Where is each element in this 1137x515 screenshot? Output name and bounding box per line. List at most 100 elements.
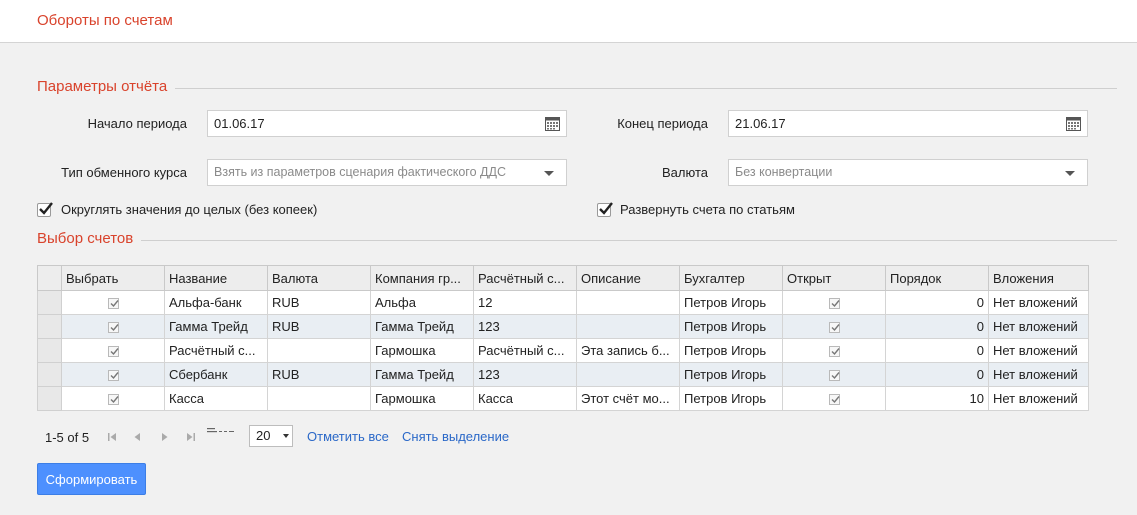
last-page-icon[interactable] [186,432,196,442]
select-cell[interactable] [61,338,165,363]
select-checkbox[interactable] [107,322,119,334]
account-cell: 12 [473,290,577,315]
expand-checkbox-label: Развернуть счета по статьям [620,202,795,217]
pager-count: 1-5 of 5 [45,430,90,445]
first-page-icon[interactable] [107,432,117,442]
description-cell: Эта запись б... [576,338,680,363]
page-size-value: 20 [256,428,271,443]
end-period-field[interactable]: 21.06.17 [728,110,1088,137]
attachments-cell: Нет вложений [988,290,1089,315]
deselect-all-link[interactable]: Снять выделение [402,429,509,444]
select-checkbox[interactable] [107,394,119,406]
company-cell: Гармошка [370,338,474,363]
currency-cell: RUB [267,314,371,339]
accountant-cell: Петров Игорь [679,290,783,315]
column-header[interactable]: Открыт [782,265,886,291]
company-cell: Гармошка [370,386,474,411]
column-header[interactable]: Валюта [267,265,371,291]
column-header[interactable]: Описание [576,265,680,291]
account-cell: Касса [473,386,577,411]
start-period-field[interactable]: 01.06.17 [207,110,567,137]
name-cell: Альфа-банк [164,290,268,315]
column-header[interactable]: Название [164,265,268,291]
table-row[interactable]: Сбербанк RUB Гамма Трейд 123 Петров Игорь 0 Не… [37,362,1089,387]
description-cell [576,362,680,387]
row-selector[interactable] [37,386,62,411]
rate-type-select[interactable]: Взять из параметров сценария фактическог… [207,159,567,186]
select-cell[interactable] [61,362,165,387]
start-period-label: Начало периода [87,116,187,131]
chevron-down-icon [1065,171,1075,176]
rate-type-placeholder: Взять из параметров сценария фактическог… [214,165,506,179]
section-divider [37,88,1117,89]
column-header[interactable]: Вложения [988,265,1089,291]
open-checkbox [828,322,840,334]
column-header[interactable]: Выбрать [61,265,165,291]
top-bar: Обороты по счетам [0,0,1137,43]
round-checkbox-label: Округлять значения до целых (без копеек) [61,202,318,217]
company-cell: Гамма Трейд [370,314,474,339]
chevron-down-icon [544,171,554,176]
round-checkbox[interactable] [37,202,53,217]
prev-page-icon[interactable] [132,432,142,442]
page-size-select[interactable]: 20 [249,425,293,447]
accountant-cell: Петров Игорь [679,314,783,339]
end-period-label: Конец периода [617,116,708,131]
calendar-icon[interactable] [545,117,560,131]
open-checkbox [828,298,840,310]
table-row[interactable]: Альфа-банк RUB Альфа 12 Петров Игорь 0 Нет вло… [37,290,1089,315]
row-selector[interactable] [37,290,62,315]
column-header[interactable]: Порядок [885,265,989,291]
open-cell [782,386,886,411]
currency-cell: RUB [267,362,371,387]
select-checkbox[interactable] [107,298,119,310]
accounts-table: Выбрать Название Валюта Компания гр... Р… [37,265,1089,411]
check-icon [831,396,840,404]
order-cell: 0 [885,290,989,315]
column-header[interactable]: Бухгалтер [679,265,783,291]
row-selector[interactable] [37,314,62,339]
select-cell[interactable] [61,314,165,339]
attachments-cell: Нет вложений [988,362,1089,387]
calendar-icon[interactable] [1066,117,1081,131]
open-cell [782,362,886,387]
check-icon [110,372,119,380]
row-selector-header [37,265,62,291]
check-icon [110,324,119,332]
check-icon [599,202,613,215]
expand-checkbox[interactable] [597,202,613,217]
company-cell: Альфа [370,290,474,315]
table-row[interactable]: Касса Гармошка Касса Этот счёт мо... Петров … [37,386,1089,411]
select-checkbox[interactable] [107,370,119,382]
generate-report-button[interactable]: Сформировать [37,463,146,495]
start-period-value: 01.06.17 [214,116,265,131]
description-cell [576,290,680,315]
end-period-value: 21.06.17 [735,116,786,131]
accountant-cell: Петров Игорь [679,386,783,411]
column-header[interactable]: Расчётный с... [473,265,577,291]
check-icon [831,324,840,332]
currency-select[interactable]: Без конвертации [728,159,1088,186]
select-cell[interactable] [61,290,165,315]
accountant-cell: Петров Игорь [679,362,783,387]
check-icon [110,348,119,356]
column-header[interactable]: Компания гр... [370,265,474,291]
currency-placeholder: Без конвертации [735,165,833,179]
accountant-cell: Петров Игорь [679,338,783,363]
name-cell: Гамма Трейд [164,314,268,339]
select-cell[interactable] [61,386,165,411]
section-divider [37,240,1117,241]
row-selector[interactable] [37,338,62,363]
attachments-cell: Нет вложений [988,386,1089,411]
chevron-down-icon [283,434,289,438]
select-checkbox[interactable] [107,346,119,358]
accounts-section-title: Выбор счетов [37,230,142,247]
name-cell: Расчётный с... [164,338,268,363]
select-all-link[interactable]: Отметить все [307,429,389,444]
table-row[interactable]: Гамма Трейд RUB Гамма Трейд 123 Петров Игорь… [37,314,1089,339]
order-cell: 10 [885,386,989,411]
row-selector[interactable] [37,362,62,387]
table-row[interactable]: Расчётный с... Гармошка Расчётный с... Эта … [37,338,1089,363]
next-page-icon[interactable] [160,432,170,442]
check-icon [831,348,840,356]
